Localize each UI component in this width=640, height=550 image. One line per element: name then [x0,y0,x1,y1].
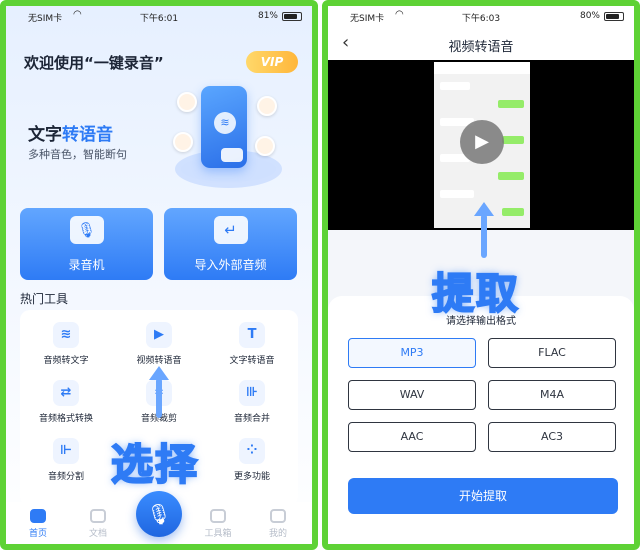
avatar-icon [177,92,197,112]
tool-label: 视频转语音 [136,356,182,366]
vip-badge[interactable]: VIP [246,51,298,73]
page-title: 视频转语音 [448,40,514,55]
tab-mine[interactable]: 我的 [258,509,298,539]
format-option-m4a[interactable]: M4A [488,380,616,410]
arrow-up-icon [474,202,494,258]
tool-video-to-audio[interactable]: ▶ 视频转语音 [113,322,205,366]
tab-toolbox[interactable]: 工具箱 [198,509,238,539]
banner-title[interactable]: 文字转语音 [28,120,113,145]
battery-percent: 81% [257,11,278,21]
banner-title-prefix: 文字 [28,125,62,145]
tool-label: 更多功能 [233,472,270,482]
mic-icon: 🎙 [69,216,104,244]
format-option-ac3[interactable]: AC3 [488,422,616,452]
left-phone-screen: 无SIM卡 ◠ 下午6:01 81% 欢迎使用“一键录音” VIP 文字转语音 … [0,0,318,550]
select-caption: 选择 [110,439,200,490]
more-icon: ⁘ [239,438,265,464]
play-icon[interactable]: ▶ [460,120,504,164]
tab-label: 我的 [268,529,287,539]
format-option-wav[interactable]: WAV [348,380,476,410]
banner-title-highlight: 转语音 [62,125,113,145]
format-option-mp3[interactable]: MP3 [348,338,476,368]
right-phone-screen: 无SIM卡 ◠ 下午6:03 80% ‹ 视频转语音 ▶ 提取 请选择输出格式 … [322,0,640,550]
tool-audio-split[interactable]: ⊩ 音频分割 [20,438,112,482]
import-audio-button[interactable]: ↵ 导入外部音频 [164,208,297,280]
format-convert-icon: ⇄ [53,380,79,406]
tab-label: 文档 [88,529,107,539]
recorder-button[interactable]: 🎙 录音机 [20,208,153,280]
profile-icon [270,509,286,523]
folder-icon [90,509,106,523]
battery-percent: 80% [579,11,600,21]
avatar-icon [257,96,277,116]
home-icon [30,509,46,523]
hot-tools-title: 热门工具 [20,292,69,306]
audio-to-text-icon: ≋ [53,322,79,348]
avatar-icon [173,132,193,152]
battery-icon [282,11,302,21]
tool-audio-to-text[interactable]: ≋ 音频转文字 [20,322,112,366]
format-prompt: 请选择输出格式 [446,316,516,327]
grid-icon [210,509,226,523]
record-fab-button[interactable]: 🎙 [136,491,182,537]
tool-label: 文字转语音 [229,356,275,366]
status-bar: 无SIM卡 ◠ 下午6:01 81% [6,6,312,28]
nav-bar: ‹ 视频转语音 [328,28,634,60]
status-bar: 无SIM卡 ◠ 下午6:03 80% [328,6,634,28]
merge-icon: ⊪ [239,380,265,406]
mic-icon: 🎙 [146,502,172,526]
recorder-label: 录音机 [68,258,105,272]
tab-documents[interactable]: 文档 [78,509,118,539]
start-extract-button[interactable]: 开始提取 [348,478,618,514]
tool-text-to-speech[interactable]: T 文字转语音 [206,322,298,366]
banner-illustration: ≋ [171,86,286,186]
welcome-title: 欢迎使用“一键录音” [24,54,164,72]
tab-label: 工具箱 [204,529,232,539]
tool-audio-merge[interactable]: ⊪ 音频合并 [206,380,298,424]
tool-label: 音频格式转换 [38,414,93,424]
tool-more[interactable]: ⁘ 更多功能 [206,438,298,482]
banner-subtitle: 多种音色，智能断句 [28,148,127,161]
video-to-audio-icon: ▶ [146,322,172,348]
touch-icon [221,148,243,162]
text-to-speech-icon: T [239,322,265,348]
import-audio-label: 导入外部音频 [194,258,267,272]
tab-home[interactable]: 首页 [18,509,58,539]
format-option-flac[interactable]: FLAC [488,338,616,368]
tool-label: 音频合并 [233,414,270,424]
waveform-icon: ≋ [214,112,236,134]
import-icon: ↵ [213,216,248,244]
format-option-aac[interactable]: AAC [348,422,476,452]
tool-format-convert[interactable]: ⇄ 音频格式转换 [20,380,112,424]
tool-label: 音频分割 [47,472,84,482]
arrow-up-icon [149,366,169,418]
tab-label: 首页 [28,529,47,539]
split-icon: ⊩ [53,438,79,464]
battery-icon [604,11,624,21]
avatar-icon [255,136,275,156]
tool-label: 音频转文字 [43,356,89,366]
